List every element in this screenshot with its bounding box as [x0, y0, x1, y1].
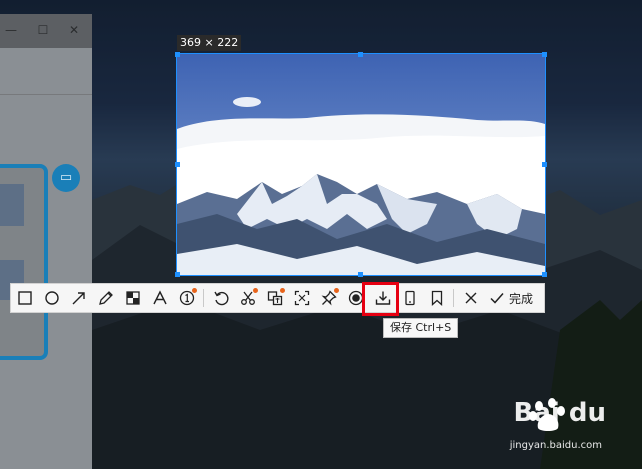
- close-icon[interactable]: ✕: [67, 23, 81, 37]
- toolbar-separator: [203, 289, 204, 307]
- bookmark-tool[interactable]: [424, 285, 450, 311]
- resize-handle-n[interactable]: [358, 52, 363, 57]
- monitor-icon[interactable]: ▭: [52, 164, 80, 192]
- number-marker-tool[interactable]: [174, 285, 200, 311]
- resize-handle-w[interactable]: [175, 162, 180, 167]
- app-titlebar: — ☐ ✕: [0, 14, 92, 48]
- done-label: 完成: [509, 291, 534, 306]
- minimize-icon[interactable]: —: [4, 23, 18, 37]
- new-badge-dot: [191, 288, 197, 293]
- resize-handle-sw[interactable]: [175, 272, 180, 277]
- app-divider: [0, 94, 92, 95]
- undo-tool[interactable]: [208, 285, 234, 311]
- toolbar-separator: [453, 289, 454, 307]
- arrow-icon: [72, 292, 85, 305]
- ellipse-icon: [44, 291, 59, 305]
- resize-handle-s[interactable]: [358, 272, 363, 277]
- rectangle-tool[interactable]: [12, 285, 38, 311]
- phone-icon: [404, 290, 415, 306]
- pin-tool[interactable]: [316, 285, 342, 311]
- resize-handle-e[interactable]: [542, 162, 547, 167]
- selected-landscape-image: [177, 54, 545, 275]
- save-button-highlight: [362, 282, 399, 316]
- close-icon: [465, 292, 476, 304]
- app-window: — ☐ ✕ ▭: [0, 14, 92, 469]
- resize-handle-nw[interactable]: [175, 52, 180, 57]
- mosaic-tool[interactable]: [120, 285, 146, 311]
- watermark-url: jingyan.baidu.com: [509, 440, 602, 451]
- translate-tool[interactable]: [262, 285, 288, 311]
- cancel-button[interactable]: [458, 285, 484, 311]
- undo-icon: [213, 291, 228, 306]
- new-badge-dot: [279, 288, 285, 293]
- rectangle-icon: [17, 291, 32, 305]
- arrow-tool[interactable]: [66, 285, 92, 311]
- done-button[interactable]: 完成: [484, 289, 537, 307]
- resize-handle-se[interactable]: [542, 272, 547, 277]
- ocr-icon: [294, 290, 309, 306]
- scissors-tool[interactable]: [235, 285, 261, 311]
- ellipse-tool[interactable]: [39, 285, 65, 311]
- send-to-phone-tool[interactable]: [397, 285, 423, 311]
- resize-handle-ne[interactable]: [542, 52, 547, 57]
- maximize-icon[interactable]: ☐: [36, 23, 50, 37]
- pencil-tool[interactable]: [93, 285, 119, 311]
- preview-thumbnail: [0, 184, 24, 226]
- check-icon: [490, 293, 504, 304]
- pencil-icon: [98, 291, 113, 305]
- capture-selection[interactable]: [176, 53, 546, 276]
- watermark-brand: Bai du: [513, 398, 606, 428]
- new-badge-dot: [333, 288, 339, 293]
- bookmark-icon: [431, 290, 442, 306]
- save-tooltip: 保存 Ctrl+S: [383, 318, 459, 338]
- ocr-tool[interactable]: [289, 285, 315, 311]
- mosaic-icon: [125, 291, 140, 305]
- new-badge-dot: [252, 288, 258, 293]
- app-preview-card[interactable]: [0, 164, 48, 360]
- screenshot-toolbar: 完成: [10, 283, 545, 313]
- text-tool[interactable]: [147, 285, 173, 311]
- text-icon: [152, 290, 167, 305]
- selection-size-label: 369 × 222: [177, 35, 242, 51]
